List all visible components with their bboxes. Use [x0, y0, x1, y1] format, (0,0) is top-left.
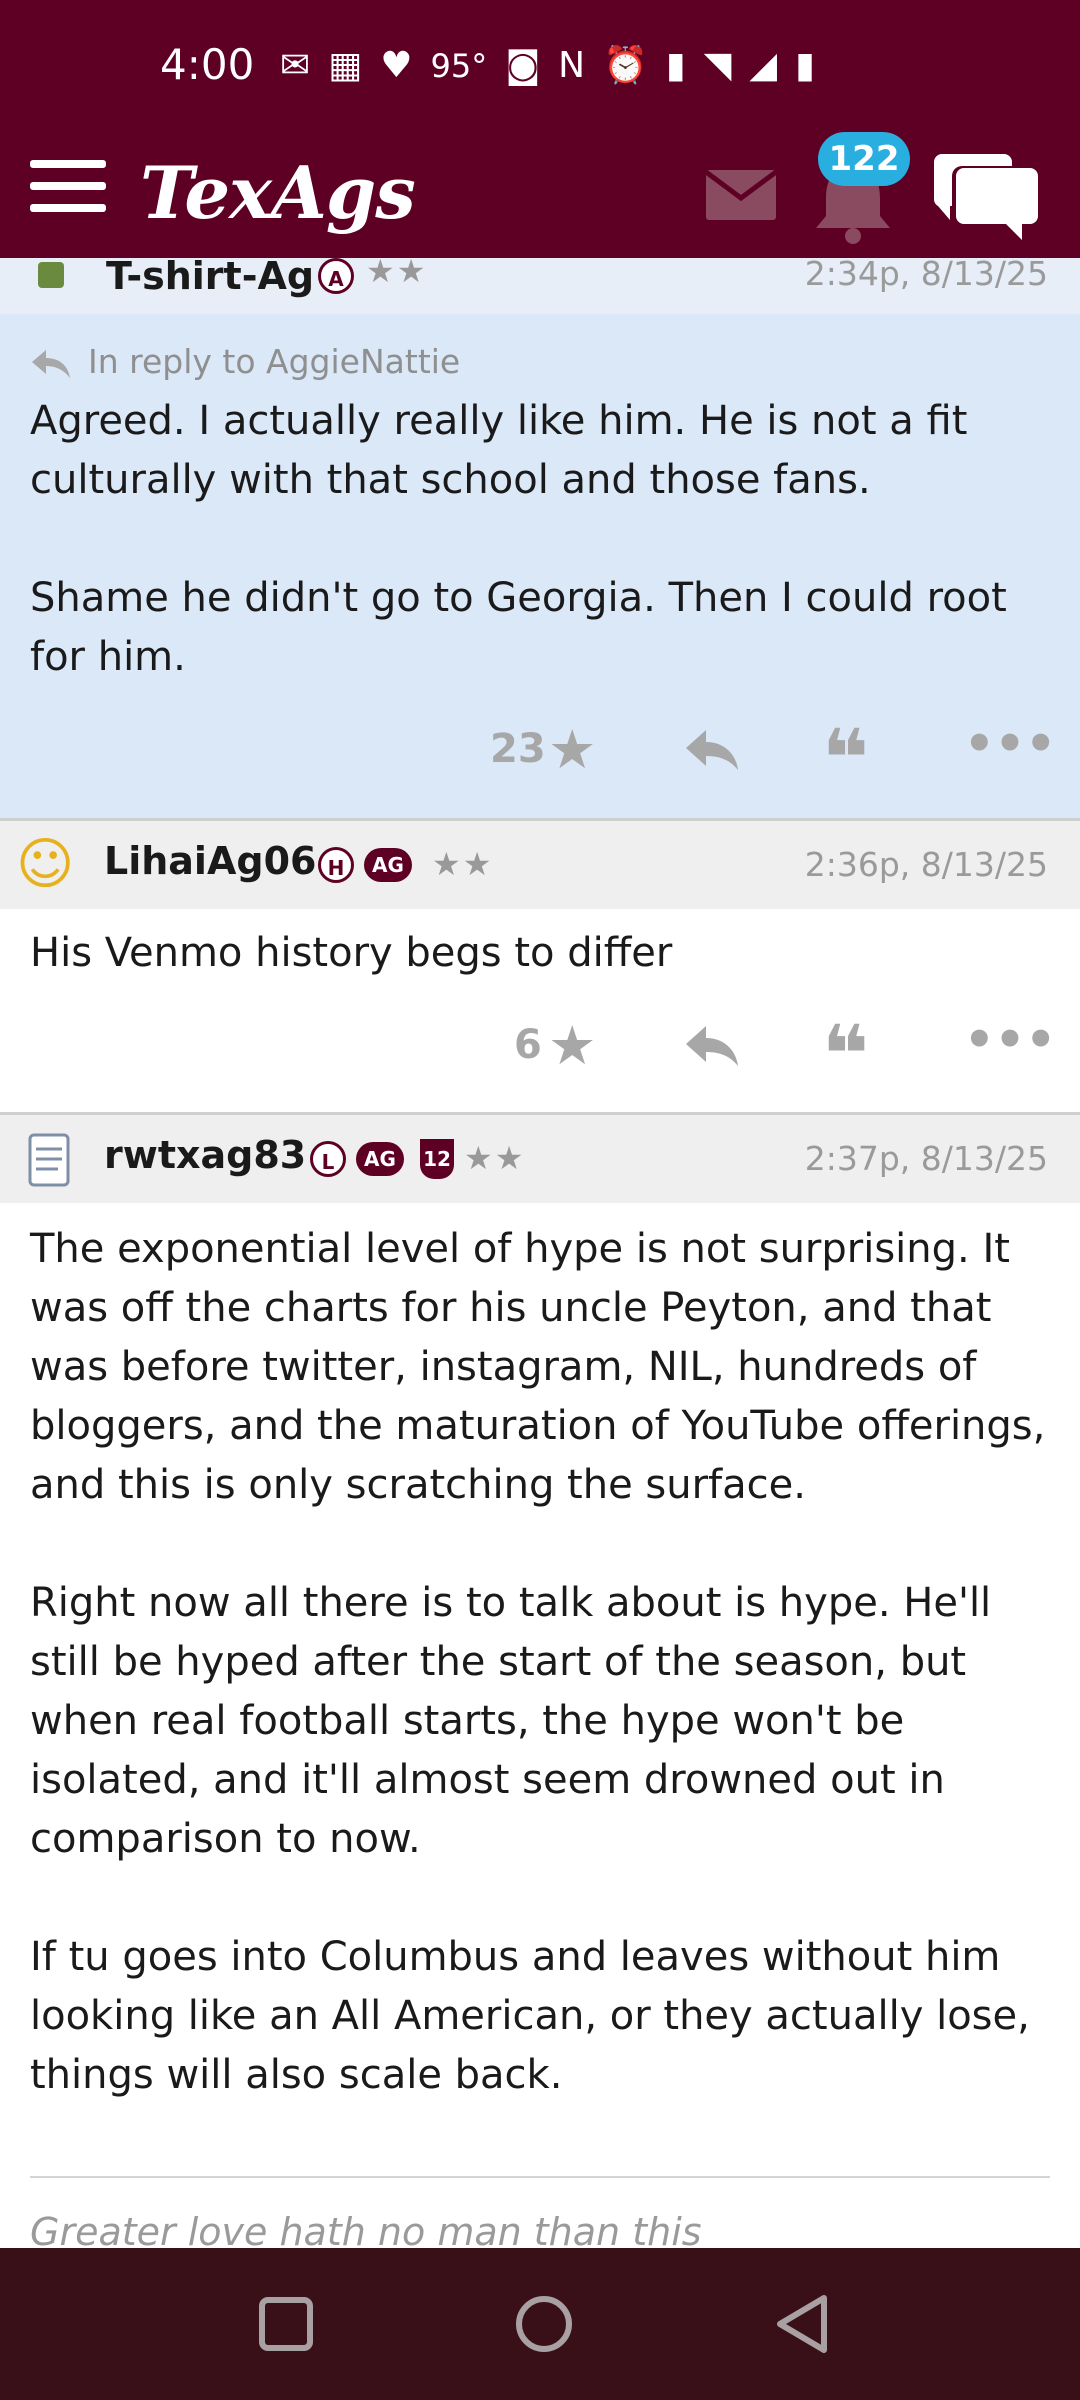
chat-icon[interactable]: [934, 154, 1038, 246]
post-paragraph: Agreed. I actually really like him. He i…: [30, 398, 968, 503]
notification-count-badge[interactable]: 122: [818, 132, 910, 186]
recents-icon[interactable]: [258, 2296, 314, 2352]
avatar[interactable]: ☺: [16, 833, 80, 897]
user-badge: L: [310, 1141, 346, 1177]
qr-icon: ▦: [328, 45, 363, 86]
post-paragraph: The exponential level of hype is not sur…: [30, 1226, 1046, 1508]
post-header: rwtxag83 L AG 12 ★★ 2:37p, 8/13/25: [0, 1112, 1080, 1203]
post-username[interactable]: LihaiAg06: [104, 839, 316, 883]
more-options-icon[interactable]: •••: [964, 716, 1056, 772]
user-stars: ★★: [464, 1139, 526, 1177]
user-badge: AG: [356, 1142, 404, 1176]
user-badge: A: [318, 258, 354, 294]
user-badge: H: [318, 847, 354, 883]
more-options-icon[interactable]: •••: [964, 1012, 1056, 1068]
post-paragraph: His Venmo history begs to differ: [30, 930, 673, 976]
post-paragraph: Right now all there is to talk about is …: [30, 1580, 992, 1862]
reply-arrow-icon: [32, 350, 70, 378]
post-header: T-shirt-Ag A ★★ 2:34p, 8/13/25: [0, 252, 1080, 314]
post-actions: 6 ★ ❝ •••: [0, 1008, 1080, 1101]
post-body: His Venmo history begs to differ: [30, 924, 1050, 983]
like-count: 23: [490, 726, 546, 772]
vibrate-icon: ▮: [665, 45, 686, 86]
post-body: Agreed. I actually really like him. He i…: [30, 392, 1050, 687]
back-icon[interactable]: [774, 2294, 830, 2354]
heart-icon: ♥: [380, 45, 413, 86]
avatar[interactable]: [28, 1131, 70, 1187]
avatar[interactable]: [38, 262, 64, 288]
mail-icon: ✉: [280, 45, 311, 86]
inbox-icon[interactable]: [706, 170, 776, 220]
status-time: 4:00: [160, 40, 255, 89]
post-actions: 23 ★ ❝ •••: [0, 712, 1080, 805]
user-badge: AG: [364, 848, 412, 882]
nfc-icon: N: [558, 45, 586, 86]
status-icons: ✉ ▦ ♥ 95° ◙ N ⏰ ▮ ◥ ◢ ▮: [280, 44, 815, 88]
app-header: TexAgs 122: [0, 132, 1080, 258]
quote-icon[interactable]: ❝: [822, 1008, 869, 1101]
star-icon[interactable]: ★: [548, 718, 596, 781]
wifi-icon: ◥: [703, 45, 732, 86]
post-timestamp: 2:37p, 8/13/25: [804, 1139, 1048, 1178]
quote-icon[interactable]: ❝: [822, 712, 869, 805]
post-username[interactable]: T-shirt-Ag: [106, 254, 314, 298]
menu-icon[interactable]: [30, 160, 106, 216]
alarm-icon: ⏰: [603, 45, 648, 86]
texags-logo[interactable]: TexAgs: [140, 150, 416, 235]
post-body: The exponential level of hype is not sur…: [30, 1220, 1050, 2105]
system-nav-bar: [0, 2248, 1080, 2400]
post-header: ☺ LihaiAg06 H AG ★★ 2:36p, 8/13/25: [0, 818, 1080, 909]
post-timestamp: 2:36p, 8/13/25: [804, 845, 1048, 884]
user-badge: 12: [420, 1139, 454, 1179]
reply-icon[interactable]: [684, 728, 740, 772]
home-icon[interactable]: [514, 2294, 574, 2354]
like-count: 6: [514, 1022, 542, 1068]
camera-icon: ◙: [505, 45, 541, 86]
reply-to-link[interactable]: In reply to AggieNattie: [88, 342, 460, 381]
status-bar: 4:00 ✉ ▦ ♥ 95° ◙ N ⏰ ▮ ◥ ◢ ▮: [0, 0, 1080, 140]
signal-icon: ◢: [749, 45, 778, 86]
user-stars: ★★: [366, 252, 428, 290]
post-paragraph: Shame he didn't go to Georgia. Then I co…: [30, 575, 1007, 680]
post-timestamp: 2:34p, 8/13/25: [804, 254, 1048, 293]
battery-icon: ▮: [795, 45, 815, 86]
star-icon[interactable]: ★: [548, 1014, 596, 1077]
reply-icon[interactable]: [684, 1024, 740, 1068]
temperature-label: 95°: [430, 47, 488, 85]
post-paragraph: If tu goes into Columbus and leaves with…: [30, 1934, 1030, 2098]
user-stars: ★★: [432, 845, 494, 883]
signature-divider: [30, 2176, 1050, 2178]
post-username[interactable]: rwtxag83: [104, 1133, 306, 1177]
